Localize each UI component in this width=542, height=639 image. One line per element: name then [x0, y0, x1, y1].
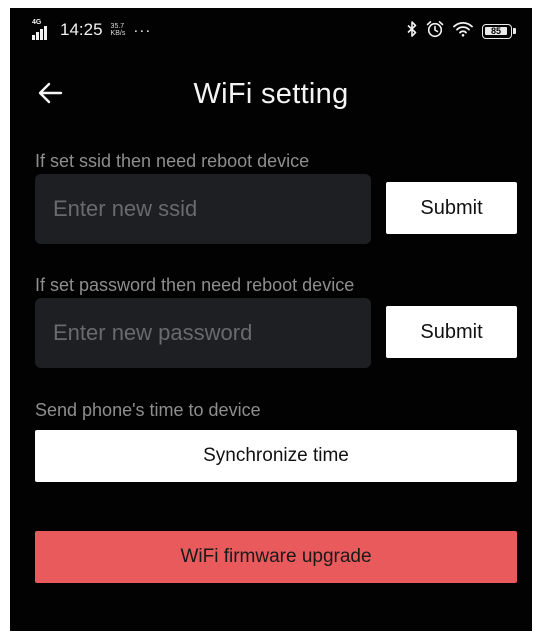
synchronize-time-button[interactable]: Synchronize time: [35, 430, 517, 482]
network-speed-value: 35.7: [110, 23, 125, 30]
network-speed-unit: KB/s: [110, 30, 126, 37]
page-title: WiFi setting: [193, 78, 349, 110]
ssid-submit-button[interactable]: Submit: [386, 182, 517, 234]
battery-icon: 85: [482, 24, 516, 39]
password-submit-button[interactable]: Submit: [386, 306, 517, 358]
app-header: WiFi setting: [10, 70, 532, 118]
status-time: 14:25: [60, 20, 103, 39]
more-notifications-icon: ···: [133, 21, 152, 39]
wifi-icon: [453, 21, 473, 42]
network-type: 4G: [32, 19, 42, 26]
alarm-clock-icon: [426, 20, 444, 43]
battery-level: 85: [490, 26, 501, 36]
time-sync-hint-label: Send phone's time to device: [35, 400, 261, 420]
network-speed: 35.7 KB/s: [111, 23, 126, 37]
status-bar-right: 85: [407, 20, 516, 43]
password-input[interactable]: [35, 298, 371, 368]
status-bar-left: 4G 14:25 35.7 KB/s ···: [32, 19, 152, 40]
wifi-firmware-upgrade-button[interactable]: WiFi firmware upgrade: [35, 531, 517, 583]
status-bar: 4G 14:25 35.7 KB/s ··· 85: [10, 8, 532, 54]
password-hint-label: If set password then need reboot device: [35, 275, 355, 295]
ssid-input[interactable]: [35, 174, 371, 244]
phone-screen: 4G 14:25 35.7 KB/s ··· 85 WiFi setting I…: [10, 8, 532, 631]
ssid-hint-label: If set ssid then need reboot device: [35, 151, 310, 171]
cellular-signal-icon: 4G: [32, 19, 54, 40]
bluetooth-icon: [407, 21, 417, 42]
